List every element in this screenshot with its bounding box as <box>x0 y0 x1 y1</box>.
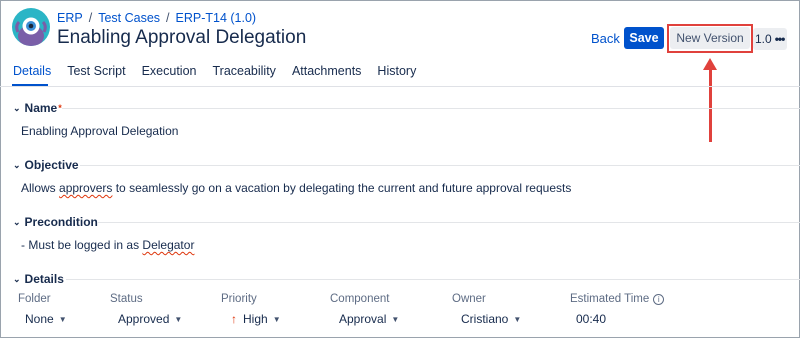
info-icon[interactable]: i <box>653 294 665 305</box>
section-title-objective: Objective <box>24 158 79 172</box>
annotation-highlight-box <box>667 24 753 53</box>
chevron-down-icon: ▼ <box>391 314 400 324</box>
breadcrumb-separator: / <box>166 11 170 25</box>
section-divider <box>98 222 800 223</box>
spellcheck-flagged-word: approvers <box>59 181 113 195</box>
chevron-down-icon: ▼ <box>58 314 67 324</box>
precondition-value[interactable]: - Must be logged in as Delegator <box>21 238 194 252</box>
chevron-down-icon: ▼ <box>513 314 522 324</box>
save-button[interactable]: Save <box>624 27 664 49</box>
breadcrumb-item[interactable]: ERP-T14 (1.0) <box>176 11 257 25</box>
estimated-time-value: 00:40 <box>576 312 607 326</box>
folder-select[interactable]: None ▼ <box>25 312 67 326</box>
field-label-owner: Owner <box>452 293 486 305</box>
tab-divider <box>0 86 800 87</box>
section-divider <box>80 165 800 166</box>
section-divider <box>62 108 800 109</box>
tab-test-script[interactable]: Test Script <box>67 64 125 78</box>
estimated-time-label: Estimated Time <box>570 293 650 305</box>
version-menu-button[interactable]: 1.0 ••• <box>753 28 787 50</box>
project-avatar <box>12 8 50 46</box>
objective-text: to seamlessly go on a vacation by delega… <box>112 181 572 195</box>
tab-bar: Details Test Script Execution Traceabili… <box>13 64 432 78</box>
breadcrumb-section[interactable]: Test Cases <box>98 11 160 25</box>
field-label-status: Status <box>110 293 143 305</box>
status-value: Approved <box>118 312 170 326</box>
chevron-down-icon: ⌄ <box>13 216 21 227</box>
component-value: Approval <box>339 312 387 326</box>
tab-details[interactable]: Details <box>13 64 51 78</box>
name-value[interactable]: Enabling Approval Delegation <box>21 124 178 138</box>
back-button[interactable]: Back <box>591 31 620 46</box>
tab-attachments[interactable]: Attachments <box>292 64 361 78</box>
more-icon: ••• <box>774 32 786 46</box>
status-select[interactable]: Approved ▼ <box>118 312 182 326</box>
tab-traceability[interactable]: Traceability <box>212 64 275 78</box>
priority-value: High <box>243 312 268 326</box>
section-header-details[interactable]: ⌄ Details <box>13 272 64 286</box>
section-title-name: Name <box>24 101 58 115</box>
owner-value: Cristiano <box>461 312 509 326</box>
section-title-details: Details <box>24 272 64 286</box>
breadcrumb: ERP / Test Cases / ERP-T14 (1.0) <box>57 11 256 25</box>
precondition-text: - Must be logged in as <box>21 238 143 252</box>
component-select[interactable]: Approval ▼ <box>339 312 399 326</box>
priority-select[interactable]: ↑ High ▼ <box>231 312 281 326</box>
objective-value[interactable]: Allows approvers to seamlessly go on a v… <box>21 181 571 195</box>
tab-execution[interactable]: Execution <box>142 64 197 78</box>
chevron-down-icon: ▼ <box>272 314 281 324</box>
tab-history[interactable]: History <box>377 64 416 78</box>
objective-text: Allows <box>21 181 60 195</box>
annotation-arrow-shaft <box>709 68 712 142</box>
section-title-precondition: Precondition <box>24 215 98 229</box>
section-header-name[interactable]: ⌄ Name * <box>13 101 62 115</box>
chevron-down-icon: ⌄ <box>13 159 21 170</box>
field-label-component: Component <box>330 293 390 305</box>
field-label-folder: Folder <box>18 293 51 305</box>
monster-avatar-icon <box>15 17 47 46</box>
chevron-down-icon: ⌄ <box>13 273 21 284</box>
estimated-time-field[interactable]: 00:40 <box>576 312 606 326</box>
folder-value: None <box>25 312 54 326</box>
field-label-estimated-time: Estimated Time i <box>570 293 665 305</box>
section-divider <box>66 279 800 280</box>
arrow-up-icon: ↑ <box>231 312 237 326</box>
chevron-down-icon: ⌄ <box>13 102 21 113</box>
spellcheck-flagged-word: Delegator <box>142 238 195 252</box>
section-header-objective[interactable]: ⌄ Objective <box>13 158 79 172</box>
page-title: Enabling Approval Delegation <box>57 27 307 48</box>
breadcrumb-project[interactable]: ERP <box>57 11 83 25</box>
section-header-precondition[interactable]: ⌄ Precondition <box>13 215 98 229</box>
breadcrumb-separator: / <box>88 11 93 25</box>
version-label: 1.0 <box>755 32 772 46</box>
chevron-down-icon: ▼ <box>174 314 183 324</box>
field-label-priority: Priority <box>221 293 257 305</box>
owner-select[interactable]: Cristiano ▼ <box>461 312 521 326</box>
